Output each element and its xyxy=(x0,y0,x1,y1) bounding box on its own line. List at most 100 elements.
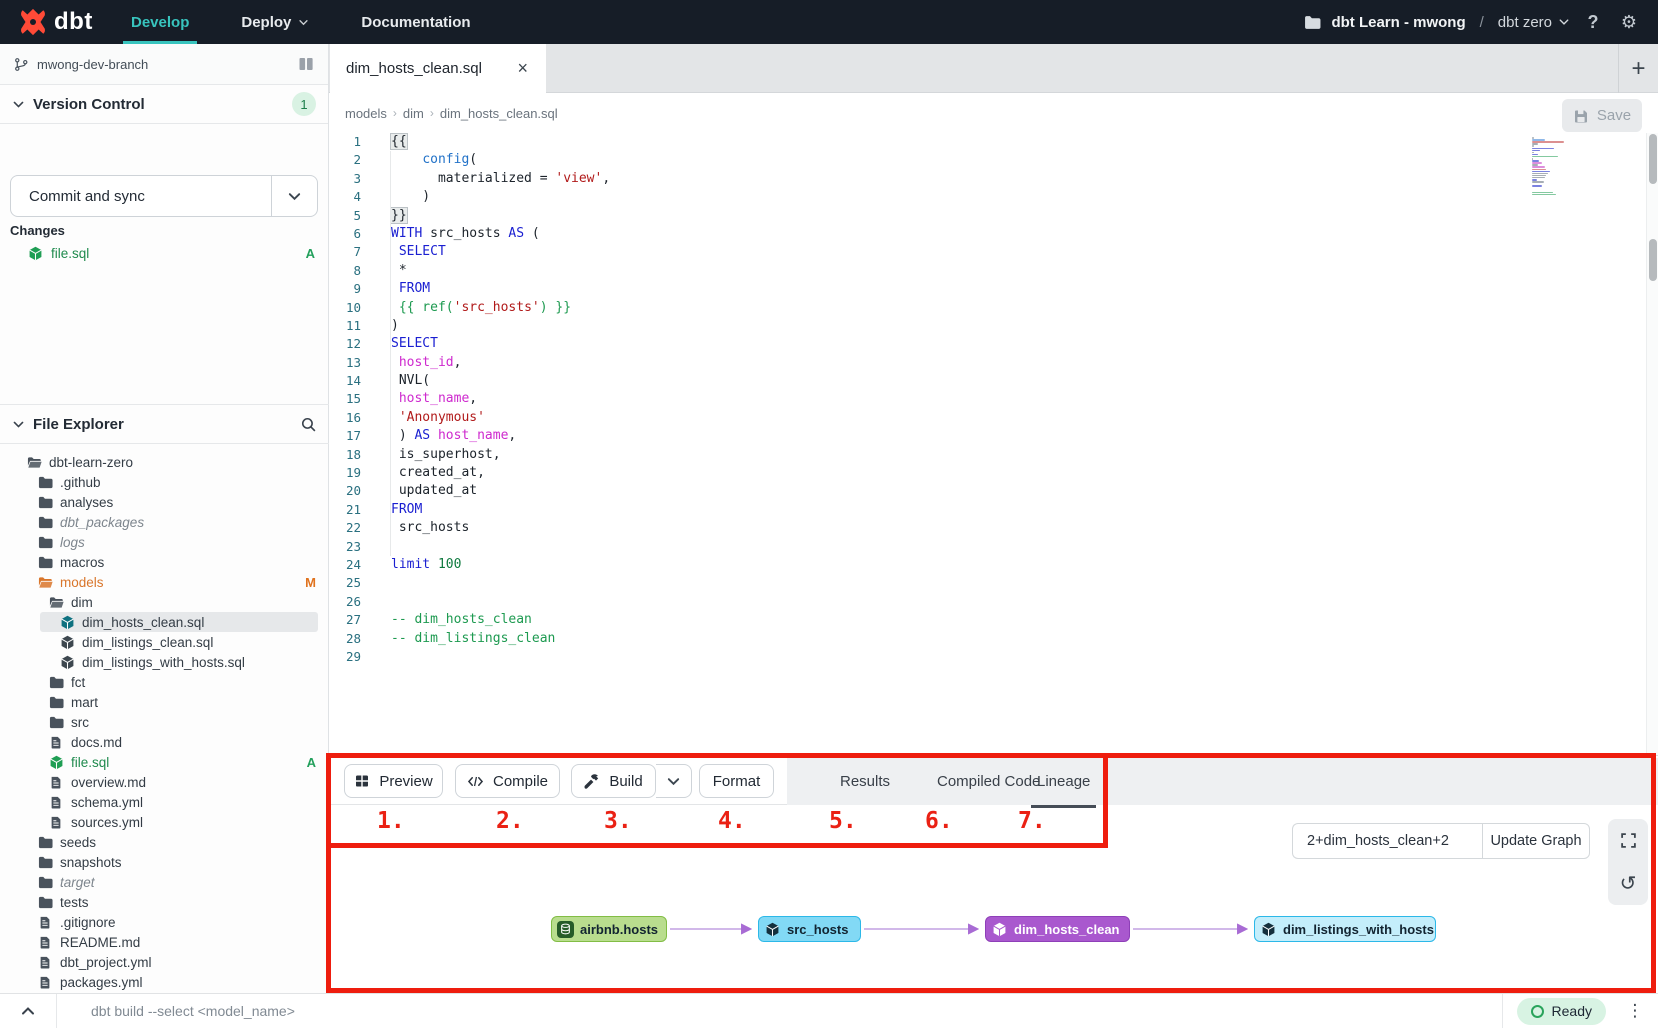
fullscreen-icon[interactable] xyxy=(1614,827,1642,855)
version-control-header[interactable]: Version Control 1 xyxy=(0,85,328,124)
reset-view-icon[interactable]: ↺ xyxy=(1614,870,1642,898)
code-minimap[interactable] xyxy=(1532,137,1576,207)
panel-tab-lineage[interactable]: Lineage xyxy=(1037,758,1090,805)
dag-node-src-hosts[interactable]: src_hosts xyxy=(758,916,861,942)
tree-item-label: dbt_packages xyxy=(60,515,144,530)
commit-options-caret[interactable] xyxy=(271,176,317,216)
environment-selector[interactable]: dbt zero xyxy=(1498,14,1570,31)
panel-tab-compiled-code[interactable]: Compiled Code xyxy=(937,758,1040,805)
button-label: Compile xyxy=(493,773,548,790)
tree-item-label: src xyxy=(71,715,89,730)
gear-icon[interactable]: ⚙ xyxy=(1616,9,1642,35)
code-line: 19 created_at, xyxy=(329,464,1646,482)
dag-node-dim-listings-with-hosts[interactable]: dim_listings_with_hosts xyxy=(1254,916,1436,942)
tree-item-dim-listings-clean-sql[interactable]: dim_listings_clean.sql xyxy=(0,632,329,652)
statusbar-divider xyxy=(1502,994,1503,1028)
commit-and-sync-button[interactable]: Commit and sync xyxy=(10,175,318,217)
code-line: 10 {{ ref('src_hosts') }} xyxy=(329,299,1646,317)
tree-item-label: macros xyxy=(60,555,104,570)
tree-item-seeds[interactable]: seeds xyxy=(0,832,329,852)
tree-item--gitignore[interactable]: .gitignore xyxy=(0,912,329,932)
tree-item-tests[interactable]: tests xyxy=(0,892,329,912)
save-label: Save xyxy=(1597,107,1631,124)
tree-item-label: seeds xyxy=(60,835,96,850)
save-button[interactable]: Save xyxy=(1562,99,1642,132)
tree-item-file-sql[interactable]: file.sqlA xyxy=(0,752,329,772)
line-number: 6 xyxy=(329,225,373,243)
nav-item-develop[interactable]: Develop xyxy=(105,0,215,44)
file-explorer-header[interactable]: File Explorer xyxy=(0,405,329,444)
tree-item-dbt-packages[interactable]: dbt_packages xyxy=(0,512,329,532)
tree-item-dbt-project-yml[interactable]: dbt_project.yml xyxy=(0,952,329,972)
format-button[interactable]: Format xyxy=(699,764,774,798)
changed-file-row[interactable]: file.sqlA xyxy=(0,242,329,265)
tree-item-logs[interactable]: logs xyxy=(0,532,329,552)
nav-item-documentation[interactable]: Documentation xyxy=(335,0,496,44)
tree-item-readme-md[interactable]: README.md xyxy=(0,932,329,952)
columns-icon[interactable] xyxy=(298,56,314,72)
chevron-up-icon[interactable] xyxy=(0,1003,56,1019)
tree-item-label: logs xyxy=(60,535,85,550)
help-icon[interactable]: ? xyxy=(1580,9,1606,35)
command-input[interactable]: dbt build --select <model_name> xyxy=(57,1003,1502,1019)
preview-button[interactable]: Preview xyxy=(344,764,443,798)
tree-item--github[interactable]: .github xyxy=(0,472,329,492)
tree-item-dim-listings-with-hosts-sql[interactable]: dim_listings_with_hosts.sql xyxy=(0,652,329,672)
nav-right: dbt Learn - mwong / dbt zero ? ⚙ xyxy=(1304,9,1658,35)
folder-icon xyxy=(37,874,53,890)
tree-item-packages-yml[interactable]: packages.yml xyxy=(0,972,329,992)
tree-item-target[interactable]: target xyxy=(0,872,329,892)
tab-dim-hosts-clean[interactable]: dim_hosts_clean.sql × xyxy=(330,44,546,93)
project-folder-icon xyxy=(1304,14,1321,31)
kebab-menu-icon[interactable]: ⋮ xyxy=(1620,1001,1650,1021)
tree-item-overview-md[interactable]: overview.md xyxy=(0,772,329,792)
dag-node-airbnb-hosts[interactable]: airbnb.hosts xyxy=(551,916,667,942)
tree-item-analyses[interactable]: analyses xyxy=(0,492,329,512)
git-branch-icon xyxy=(14,57,29,72)
nav-item-deploy[interactable]: Deploy xyxy=(215,0,335,44)
search-icon[interactable] xyxy=(300,416,317,433)
lineage-selector-input[interactable] xyxy=(1292,823,1482,859)
tree-item-models[interactable]: modelsM xyxy=(0,572,329,592)
tree-item-dim[interactable]: dim xyxy=(0,592,329,612)
line-number: 5 xyxy=(329,207,373,225)
breadcrumb-segment[interactable]: dim xyxy=(403,106,424,121)
tree-item-dim-hosts-clean-sql[interactable]: dim_hosts_clean.sql xyxy=(0,612,329,632)
nav-menu: DevelopDeployDocumentation xyxy=(105,0,497,44)
breadcrumb-segment[interactable]: dim_hosts_clean.sql xyxy=(440,106,558,121)
tree-item-label: target xyxy=(60,875,95,890)
code-line: 12SELECT xyxy=(329,335,1646,353)
tree-item-mart[interactable]: mart xyxy=(0,692,329,712)
breadcrumb-segment[interactable]: models xyxy=(345,106,387,121)
line-number: 2 xyxy=(329,151,373,169)
panel-tab-results[interactable]: Results xyxy=(840,758,890,805)
tree-item-src[interactable]: src xyxy=(0,712,329,732)
tree-item-schema-yml[interactable]: schema.yml xyxy=(0,792,329,812)
folder-icon xyxy=(37,514,53,530)
new-tab-button[interactable]: + xyxy=(1618,44,1658,93)
tree-item-sources-yml[interactable]: sources.yml xyxy=(0,812,329,832)
cube-icon xyxy=(991,921,1008,938)
dag-node-dim-hosts-clean[interactable]: dim_hosts_clean xyxy=(985,916,1130,942)
editor-scrollbar[interactable] xyxy=(1646,133,1658,755)
tree-item-fct[interactable]: fct xyxy=(0,672,329,692)
dbt-logo[interactable]: dbt xyxy=(0,7,105,37)
tree-item-macros[interactable]: macros xyxy=(0,552,329,572)
code-line: 28-- dim_listings_clean xyxy=(329,630,1646,648)
update-graph-button[interactable]: Update Graph xyxy=(1482,823,1590,859)
build-button[interactable]: Build xyxy=(571,764,656,798)
project-name[interactable]: dbt Learn - mwong xyxy=(1331,14,1465,31)
build-options-caret[interactable] xyxy=(656,764,692,798)
tree-item-dbt-learn-zero[interactable]: dbt-learn-zero xyxy=(0,452,329,472)
close-icon[interactable]: × xyxy=(515,58,530,79)
tree-item-label: analyses xyxy=(60,495,113,510)
code-icon xyxy=(467,774,484,789)
dag-node-label: dim_listings_with_hosts xyxy=(1283,922,1434,937)
tree-item-snapshots[interactable]: snapshots xyxy=(0,852,329,872)
tree-item-docs-md[interactable]: docs.md xyxy=(0,732,329,752)
branch-row[interactable]: mwong-dev-branch xyxy=(0,44,328,85)
code-editor[interactable]: 1{{2 config(3 materialized = 'view',4 )5… xyxy=(329,133,1646,755)
tree-item-label: dim_listings_with_hosts.sql xyxy=(82,655,245,670)
compile-button[interactable]: Compile xyxy=(455,764,560,798)
chevron-right-icon: › xyxy=(430,106,434,120)
